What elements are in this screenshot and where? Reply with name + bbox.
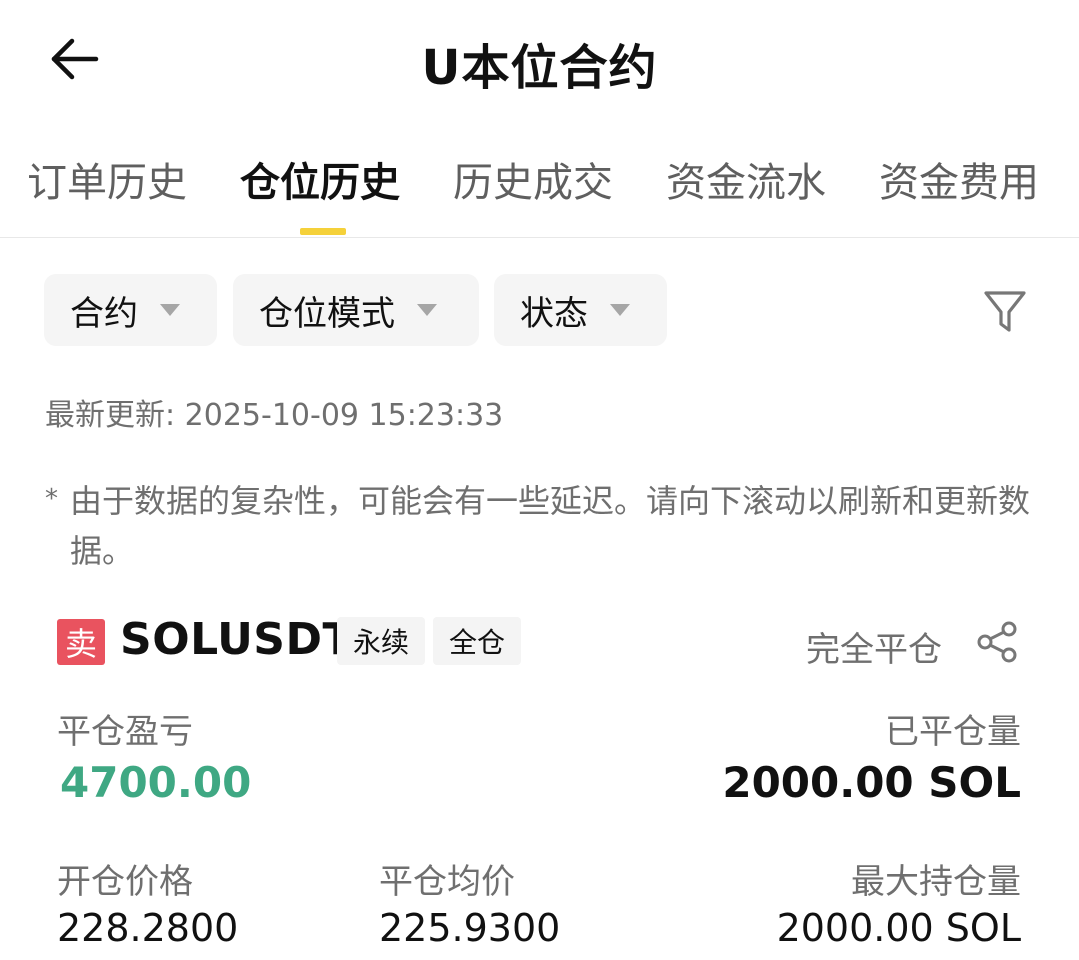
active-tab-indicator — [300, 228, 346, 235]
position-status: 完全平仓 — [806, 630, 942, 670]
perpetual-tag: 永续 — [337, 617, 425, 665]
contract-filter-label: 合约 — [70, 293, 138, 334]
tabs-divider — [0, 237, 1079, 238]
open-price-value: 228.2800 — [57, 906, 239, 950]
closed-qty-value: 2000.00 SOL — [722, 758, 1021, 807]
sell-side-badge: 卖 — [57, 619, 105, 665]
caret-down-icon — [160, 304, 180, 316]
delay-notice: 由于数据的复杂性，可能会有一些延迟。请向下滚动以刷新和更新数据。 — [70, 482, 1031, 570]
position-mode-filter-label: 仓位模式 — [259, 293, 395, 334]
open-price-label: 开仓价格 — [57, 862, 193, 902]
close-avg-price-value: 225.9300 — [379, 906, 561, 950]
notice-asterisk: * — [45, 484, 58, 514]
caret-down-icon — [610, 304, 630, 316]
cross-margin-tag: 全仓 — [433, 617, 521, 665]
tab-order-history[interactable]: 订单历史 — [27, 150, 187, 208]
status-filter-dropdown[interactable]: 状态 — [494, 274, 667, 346]
share-icon — [977, 621, 1017, 663]
tab-bar: 订单历史 仓位历史 历史成交 资金流水 资金费用 — [0, 150, 1079, 238]
pnl-value: 4700.00 — [60, 758, 252, 807]
status-filter-label: 状态 — [520, 293, 588, 334]
funnel-icon — [984, 291, 1026, 332]
page: U本位合约 订单历史 仓位历史 历史成交 资金流水 资金费用 合约 仓位模式 状… — [0, 0, 1079, 960]
symbol-name: SOLUSDT — [120, 614, 354, 665]
tab-trade-history[interactable]: 历史成交 — [453, 150, 613, 208]
pnl-label: 平仓盈亏 — [57, 712, 193, 752]
close-avg-price-label: 平仓均价 — [379, 862, 515, 902]
closed-qty-label: 已平仓量 — [885, 712, 1021, 752]
tab-position-history[interactable]: 仓位历史 — [240, 150, 400, 208]
last-updated-text: 最新更新: 2025-10-09 15:23:33 — [45, 398, 504, 433]
max-hold-value: 2000.00 SOL — [776, 906, 1021, 950]
position-mode-filter-dropdown[interactable]: 仓位模式 — [233, 274, 479, 346]
tab-funding-flow[interactable]: 资金流水 — [666, 150, 826, 208]
contract-filter-dropdown[interactable]: 合约 — [44, 274, 217, 346]
max-hold-label: 最大持仓量 — [851, 862, 1021, 902]
header: U本位合约 — [0, 0, 1079, 120]
caret-down-icon — [417, 304, 437, 316]
share-button[interactable] — [975, 619, 1021, 665]
filter-button[interactable] — [982, 288, 1028, 336]
tab-funding-fee[interactable]: 资金费用 — [879, 150, 1039, 208]
page-title: U本位合约 — [421, 40, 658, 96]
